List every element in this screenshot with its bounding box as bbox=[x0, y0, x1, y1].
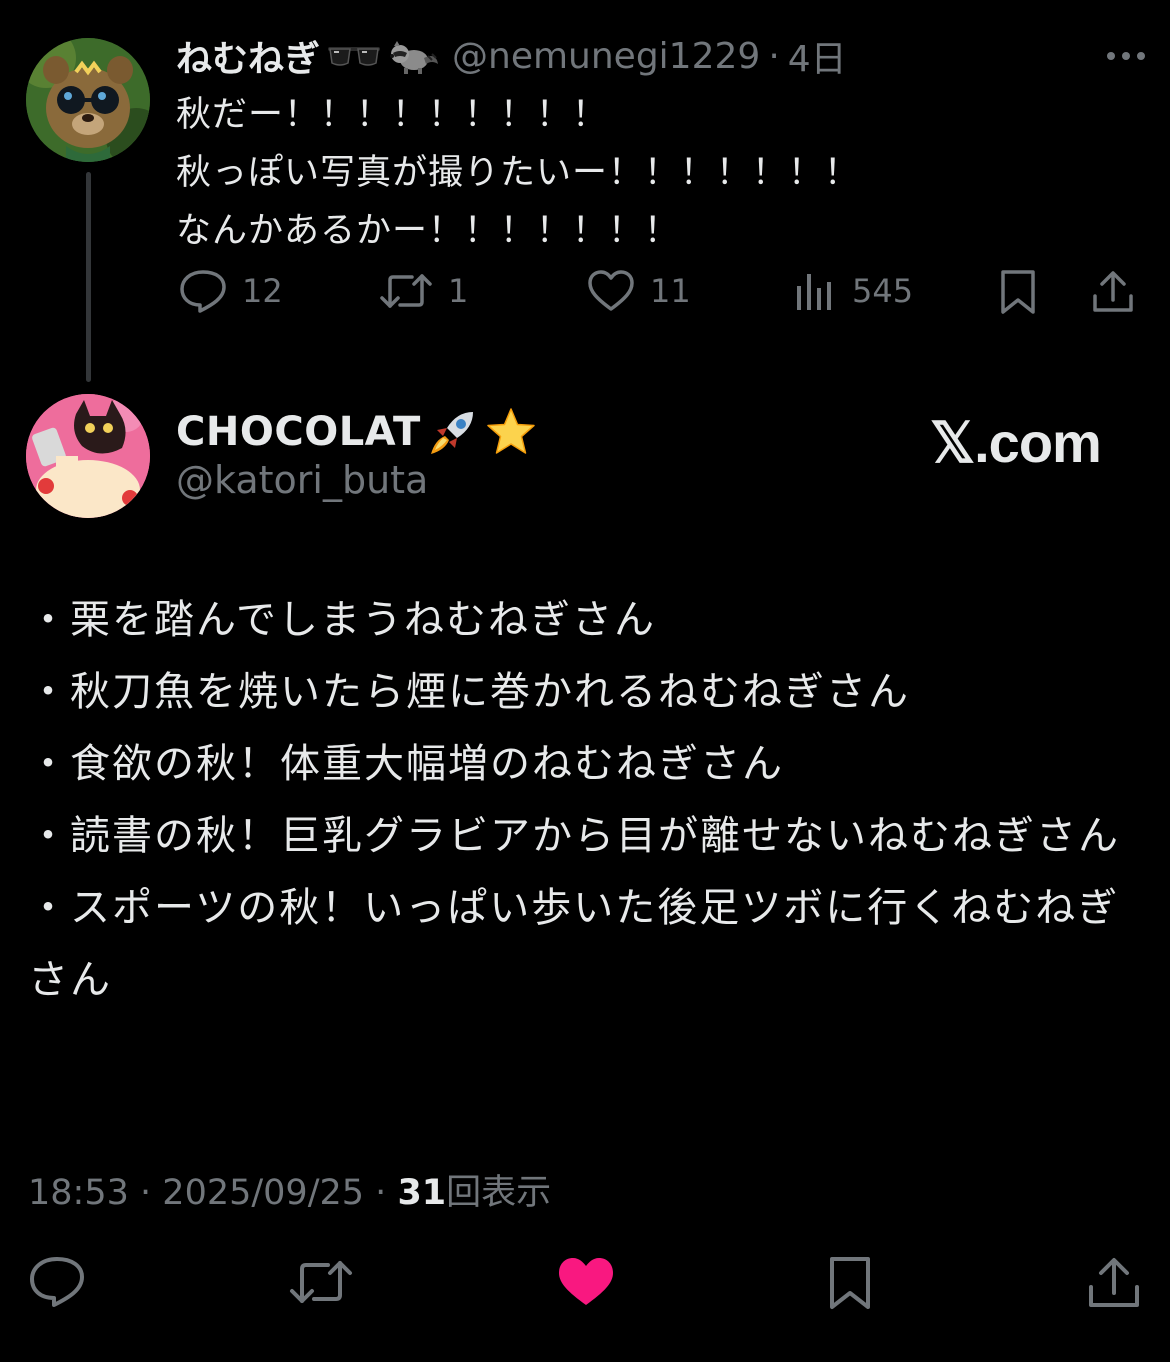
meta-date[interactable]: 2025/09/25 bbox=[162, 1173, 364, 1213]
meta-view-count: 31 bbox=[397, 1173, 447, 1213]
tweet-line: ・栗を踏んでしまうねむねぎさん bbox=[28, 597, 656, 643]
parent-display-name[interactable]: ねむねぎ bbox=[176, 30, 320, 82]
rocket-emoji-icon bbox=[427, 406, 479, 458]
star-emoji-icon bbox=[485, 406, 537, 458]
meta-time[interactable]: 18:53 bbox=[28, 1173, 129, 1213]
retweet-button[interactable] bbox=[288, 1255, 354, 1309]
raccoon-emoji-icon bbox=[388, 36, 440, 76]
parent-like-button[interactable]: 11 bbox=[586, 268, 691, 314]
parent-share-button[interactable] bbox=[1090, 268, 1136, 316]
parent-reply-button[interactable]: 12 bbox=[178, 268, 283, 314]
tweet-meta: 18:53 · 2025/09/25 · 31回表示 bbox=[28, 1164, 551, 1215]
parent-tweet-text: 秋だー！！！！！！！！！ 秋っぽい写真が撮りたいー！！！！！！！ なんかあるかー… bbox=[176, 86, 1116, 260]
parent-avatar[interactable] bbox=[26, 38, 150, 162]
thread-connector-line bbox=[86, 172, 91, 382]
separator-dot: · bbox=[140, 1173, 152, 1213]
parent-timestamp[interactable]: 4日 bbox=[788, 30, 847, 82]
share-icon bbox=[1093, 271, 1133, 312]
bookmark-icon bbox=[1001, 270, 1035, 314]
chocolat-cat-avatar-image bbox=[26, 394, 150, 518]
meta-view-label: 回表示 bbox=[446, 1173, 552, 1213]
tweet-line: なんかあるかー！！！！！！！ bbox=[176, 211, 681, 251]
retweet-count: 1 bbox=[448, 272, 469, 310]
bookmark-icon bbox=[830, 1257, 870, 1309]
view-count: 545 bbox=[852, 272, 914, 310]
raccoon-avatar-image bbox=[26, 38, 150, 162]
bookmark-button[interactable] bbox=[826, 1255, 874, 1311]
retweet-icon bbox=[290, 1261, 352, 1303]
like-icon bbox=[588, 270, 634, 311]
parent-handle[interactable]: @nemunegi1229 bbox=[452, 36, 760, 77]
views-icon bbox=[797, 274, 831, 310]
tweet-line: ・スポーツの秋！いっぱい歩いた後足ツボに行くねむねぎさん bbox=[28, 885, 1120, 1003]
tweet-line: ・食欲の秋！体重大幅増のねむねぎさん bbox=[28, 741, 784, 787]
parent-views-button[interactable]: 545 bbox=[792, 268, 913, 314]
tweet-line: ・読書の秋！巨乳グラビアから目が離せないねむねぎさん bbox=[28, 813, 1120, 859]
quote-handle[interactable]: @katori_buta bbox=[176, 458, 428, 502]
x-com-watermark: 𝕏.com bbox=[930, 411, 1102, 474]
like-count: 11 bbox=[650, 272, 691, 310]
tweet-line: 秋っぽい写真が撮りたいー！！！！！！！ bbox=[176, 153, 861, 193]
tweet-line: 秋だー！！！！！！！！！ bbox=[176, 95, 609, 135]
like-icon-filled bbox=[559, 1258, 613, 1305]
share-icon bbox=[1089, 1258, 1139, 1307]
quote-header: CHOCOLAT bbox=[176, 404, 537, 460]
quote-display-name[interactable]: CHOCOLAT bbox=[176, 409, 421, 455]
parent-bookmark-button[interactable] bbox=[998, 268, 1038, 316]
reply-icon bbox=[180, 270, 226, 313]
share-button[interactable] bbox=[1086, 1255, 1142, 1311]
retweet-icon bbox=[380, 274, 432, 308]
separator-dot: · bbox=[375, 1173, 387, 1213]
like-button-active[interactable] bbox=[556, 1255, 616, 1309]
separator-dot: · bbox=[768, 35, 780, 77]
more-icon[interactable] bbox=[1104, 42, 1148, 70]
quote-tweet-text: ・栗を踏んでしまうねむねぎさん ・秋刀魚を焼いたら煙に巻かれるねむねぎさん ・食… bbox=[28, 584, 1138, 1016]
reply-count: 12 bbox=[242, 272, 283, 310]
reply-icon bbox=[30, 1257, 84, 1307]
sunglasses-emoji-icon bbox=[326, 41, 382, 71]
reply-button[interactable] bbox=[28, 1255, 86, 1309]
quote-avatar[interactable] bbox=[26, 394, 150, 518]
parent-header: ねむねぎ @nemunegi1229 · 4日 bbox=[176, 30, 847, 82]
parent-retweet-button[interactable]: 1 bbox=[378, 268, 468, 314]
tweet-line: ・秋刀魚を焼いたら煙に巻かれるねむねぎさん bbox=[28, 669, 910, 715]
